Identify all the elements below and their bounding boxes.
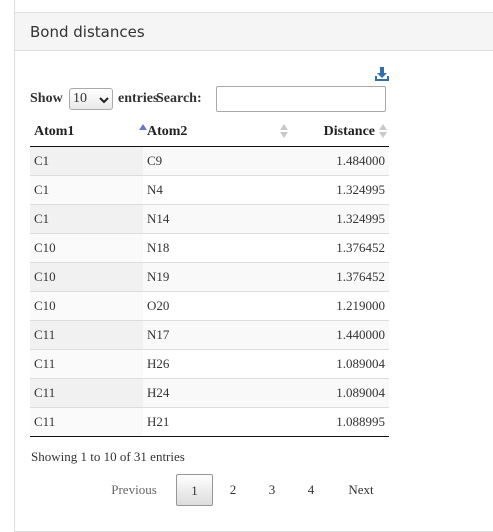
distance-cell: 1.089004: [292, 349, 389, 379]
search-label: Search:: [156, 91, 202, 106]
top-divider: [14, 0, 15, 12]
column-header-atom2[interactable]: Atom2: [143, 117, 292, 147]
column-label: Distance: [323, 123, 375, 139]
atom2-cell: H24: [143, 378, 292, 408]
show-label: Show: [30, 91, 63, 106]
atom1-cell: C10: [30, 291, 143, 321]
sort-both-icon: [379, 123, 387, 139]
column-label: Atom2: [147, 123, 188, 139]
atom2-cell: N19: [143, 262, 292, 292]
sort-both-icon: [280, 123, 288, 139]
table-row[interactable]: C10 N18 1.376452: [30, 233, 389, 263]
atom1-cell: C11: [30, 407, 143, 437]
atom2-cell: C9: [147, 153, 163, 168]
bond-distances-table: Atom1 Atom2 Distance C1 C9 1.484000 C1 N…: [30, 117, 389, 437]
atom1-cell: C10: [30, 262, 143, 292]
table-row[interactable]: C10 O20 1.219000: [30, 291, 389, 321]
atom2-cell: N18: [143, 233, 292, 263]
table-row[interactable]: C11 N17 1.440000: [30, 320, 389, 350]
distance-cell: 1.089004: [292, 378, 389, 408]
page-button-2[interactable]: 2: [221, 474, 245, 506]
table-row[interactable]: C1 N4 1.324995: [30, 175, 389, 205]
atom2-cell: N4: [143, 175, 292, 205]
atom1-cell: C1: [30, 175, 143, 205]
column-header-atom1[interactable]: Atom1: [30, 117, 147, 147]
atom1-cell: C11: [30, 320, 143, 350]
page-button-4[interactable]: 4: [299, 474, 323, 506]
download-icon[interactable]: [374, 66, 390, 82]
atom1-cell: C10: [30, 233, 143, 263]
column-header-distance[interactable]: Distance: [292, 117, 389, 147]
distance-cell: 1.440000: [292, 320, 389, 350]
column-label: Atom1: [34, 123, 75, 139]
distance-cell: 1.324995: [292, 204, 389, 234]
panel-title: Bond distances: [15, 13, 493, 51]
top-strip: [0, 0, 493, 12]
atom2-cell: H21: [143, 407, 292, 437]
table-row[interactable]: C1 C9 1.484000: [30, 146, 389, 176]
previous-page-button[interactable]: Previous: [104, 474, 164, 506]
next-page-button[interactable]: Next: [338, 474, 384, 506]
distance-cell: 1.376452: [292, 262, 389, 292]
distance-cell: 1.324995: [292, 175, 389, 205]
header-row: Atom1 Atom2 Distance: [30, 117, 389, 147]
chevron-down-icon: [99, 93, 109, 113]
table-row[interactable]: C1 N14 1.324995: [30, 204, 389, 234]
atom1-cell: C1: [30, 204, 143, 234]
atom2-cell: O20: [143, 291, 292, 321]
page-button-3[interactable]: 3: [260, 474, 284, 506]
atom2-cell: N14: [143, 204, 292, 234]
length-value: 10: [73, 91, 87, 106]
distance-cell: 1.376452: [292, 233, 389, 263]
search-input[interactable]: [216, 86, 386, 112]
distance-cell: 1.219000: [292, 291, 389, 321]
atom1-cell: C1: [30, 146, 143, 176]
atom2-cell: N17: [143, 320, 292, 350]
distance-cell: 1.088995: [292, 407, 389, 437]
atom2-cell: H26: [143, 349, 292, 379]
entries-length-select[interactable]: 10: [69, 88, 113, 110]
page-button-1[interactable]: 1: [176, 474, 213, 506]
table-row[interactable]: C11 H21 1.088995: [30, 407, 389, 437]
atom1-cell: C11: [30, 378, 143, 408]
table-row[interactable]: C11 H26 1.089004: [30, 349, 389, 379]
pagination: Previous 1 2 3 4 Next: [0, 474, 493, 506]
atom1-cell: C11: [30, 349, 143, 379]
table-row[interactable]: C10 N19 1.376452: [30, 262, 389, 292]
table-info: Showing 1 to 10 of 31 entries: [31, 449, 185, 464]
table-row[interactable]: C11 H24 1.089004: [30, 378, 389, 408]
entries-label: entries: [118, 91, 159, 106]
distance-cell: 1.484000: [336, 153, 385, 168]
